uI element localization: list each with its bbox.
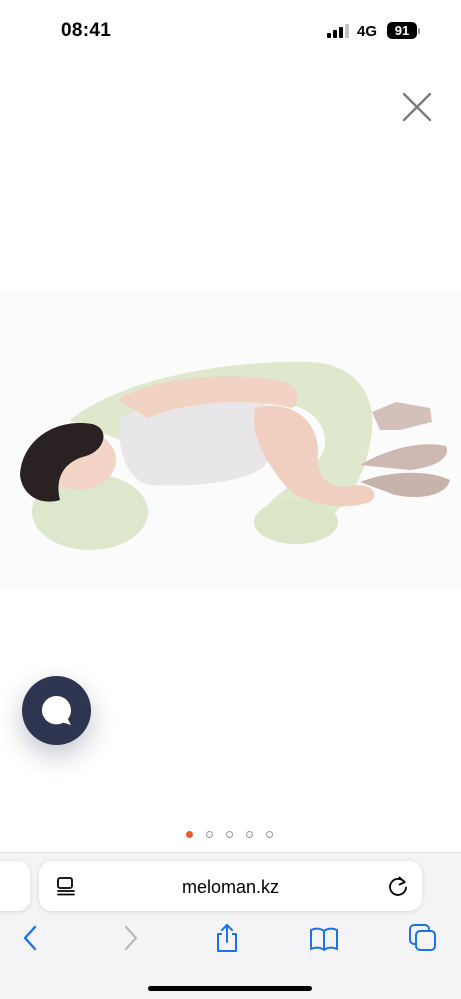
battery-icon: 91 (387, 22, 421, 39)
browser-bar: meloman.kz (0, 852, 461, 999)
pillow-right-end (254, 500, 338, 544)
bookmarks-icon[interactable] (309, 923, 339, 953)
pagination-dot-4[interactable] (246, 831, 253, 838)
status-bar: 08:41 4G 91 (0, 0, 461, 62)
tabs-icon[interactable] (408, 923, 438, 953)
battery-level: 91 (387, 22, 417, 39)
cellular-signal-icon (327, 24, 349, 38)
chat-button[interactable] (22, 676, 91, 745)
share-icon[interactable] (212, 923, 242, 953)
network-type: 4G (357, 23, 378, 40)
product-image[interactable] (0, 290, 461, 590)
chat-bubble-icon (42, 696, 71, 725)
screen: 08:41 4G 91 meloman.kz (0, 0, 461, 999)
sock-top (372, 402, 432, 430)
forward-icon[interactable] (115, 923, 145, 953)
pagination-dot-1[interactable] (186, 831, 193, 838)
reload-icon[interactable] (387, 875, 409, 897)
pagination-dot-5[interactable] (266, 831, 273, 838)
url-text: meloman.kz (181, 877, 280, 897)
address-bar[interactable]: meloman.kz (39, 861, 422, 911)
product-photo (20, 361, 450, 550)
back-icon[interactable] (16, 923, 46, 953)
status-time: 08:41 (61, 20, 112, 41)
pagination-dot-3[interactable] (226, 831, 233, 838)
battery-cap (418, 28, 420, 34)
pagination-dot-2[interactable] (206, 831, 213, 838)
home-indicator[interactable] (148, 986, 312, 991)
previous-tab-preview[interactable] (0, 861, 30, 911)
browser-toolbar (0, 923, 461, 959)
gallery-pagination (186, 831, 273, 841)
sock-left (360, 444, 448, 470)
close-icon[interactable] (400, 90, 434, 124)
